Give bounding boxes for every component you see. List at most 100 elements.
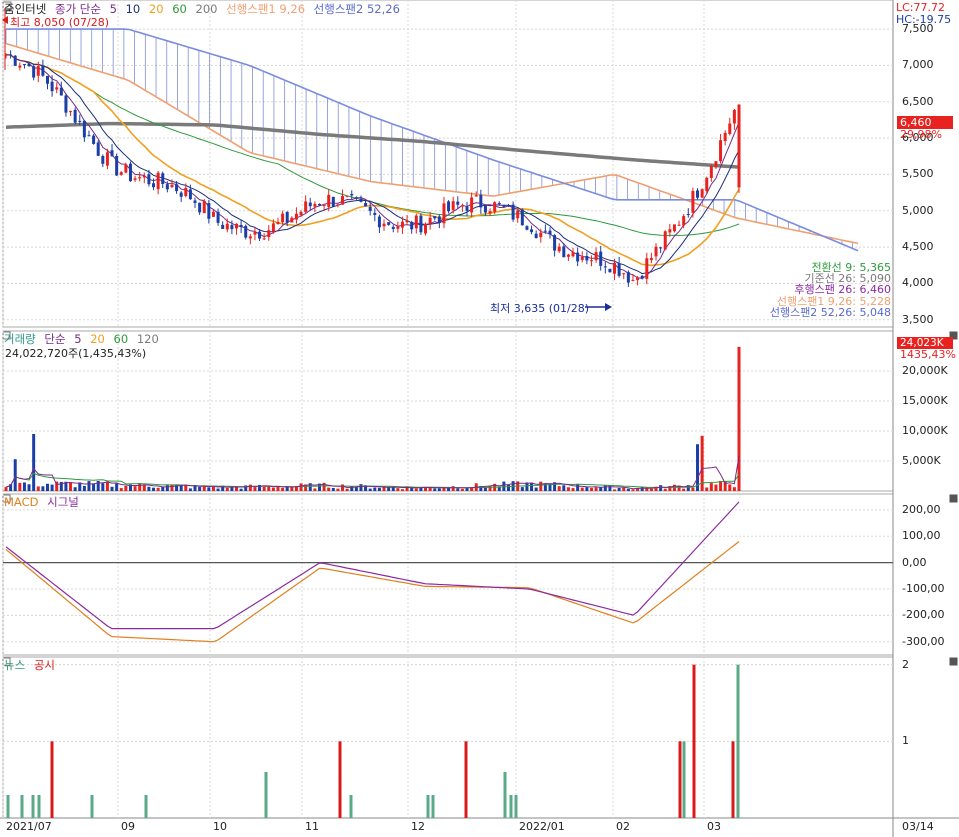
signal-title: 시그널 bbox=[47, 495, 79, 509]
volume-bar bbox=[530, 482, 534, 491]
candle-body bbox=[354, 197, 358, 199]
candle-body bbox=[82, 120, 86, 138]
candle-body bbox=[211, 211, 215, 217]
candle-body bbox=[368, 206, 372, 211]
candle-body bbox=[705, 177, 709, 192]
candle-body bbox=[603, 266, 607, 268]
news-panel-close-icon-right bbox=[949, 657, 958, 666]
volume-bar bbox=[105, 481, 109, 491]
volume-bar bbox=[705, 487, 709, 491]
volume-bar bbox=[110, 486, 114, 491]
candle-body bbox=[317, 203, 321, 206]
volume-bar bbox=[691, 487, 695, 491]
volume-bar bbox=[520, 487, 524, 491]
volume-bar bbox=[659, 485, 663, 491]
candle-body bbox=[359, 198, 363, 202]
volume-bar bbox=[253, 487, 257, 491]
volume-bar bbox=[354, 487, 358, 491]
candle-body bbox=[626, 272, 630, 283]
volume-bar bbox=[115, 482, 119, 491]
volume-bar bbox=[87, 481, 91, 491]
volume-bar bbox=[534, 487, 538, 491]
vol-ma5: 5 bbox=[74, 332, 82, 346]
low-marker-label: 최저 3,635 (01/28) bbox=[490, 302, 590, 315]
change-pct: 29,98% bbox=[900, 128, 942, 141]
candle-body bbox=[175, 184, 179, 192]
volume-bar bbox=[211, 486, 215, 491]
volume-bar bbox=[313, 488, 317, 491]
macd-tick-label: 200,00 bbox=[902, 502, 941, 516]
volume-bar bbox=[456, 488, 460, 491]
candle-body bbox=[691, 190, 695, 213]
candle-body bbox=[322, 204, 326, 207]
candle-body bbox=[576, 252, 580, 262]
candle-body bbox=[377, 216, 381, 228]
ma60-label: 60 bbox=[172, 2, 187, 16]
candle-body bbox=[709, 165, 713, 178]
candle-body bbox=[608, 268, 612, 273]
volume-bar bbox=[198, 486, 202, 491]
span2-label: 선행스팬2 52,26 bbox=[313, 2, 400, 16]
volume-bar bbox=[714, 484, 718, 491]
volume-bar bbox=[216, 488, 220, 491]
candle-body bbox=[732, 109, 736, 124]
volume-bar bbox=[728, 484, 732, 491]
notice-bar bbox=[338, 741, 342, 818]
candle-body bbox=[350, 193, 354, 196]
volume-bar bbox=[562, 485, 566, 491]
candle-body bbox=[276, 221, 280, 225]
candle-body bbox=[530, 229, 534, 233]
candle-body bbox=[548, 230, 552, 235]
volume-bar bbox=[165, 485, 169, 491]
candle-body bbox=[69, 111, 73, 113]
candle-body bbox=[55, 87, 59, 90]
volume-bar bbox=[368, 488, 372, 491]
news-bar bbox=[31, 795, 35, 818]
price-tick-label: 5,000 bbox=[902, 203, 934, 217]
candle-body bbox=[668, 229, 672, 233]
volume-title: 거래량 bbox=[4, 332, 36, 346]
candle-body bbox=[649, 258, 653, 261]
volume-bar bbox=[225, 487, 229, 491]
volume-bar bbox=[603, 485, 607, 491]
candle-body bbox=[696, 190, 700, 198]
candle-body bbox=[13, 55, 17, 66]
volume-bar bbox=[184, 485, 188, 491]
candle-body bbox=[400, 221, 404, 228]
volume-bar bbox=[45, 483, 49, 491]
volume-bar bbox=[585, 487, 589, 491]
candle-body bbox=[543, 230, 547, 232]
candle-body bbox=[124, 164, 128, 173]
volume-bar bbox=[391, 487, 395, 491]
price-tick-label: 5,500 bbox=[902, 167, 934, 181]
candle-body bbox=[585, 255, 589, 261]
candle-body bbox=[396, 226, 400, 229]
candle-body bbox=[105, 152, 109, 166]
candle-body bbox=[723, 132, 727, 142]
candle-body bbox=[677, 224, 681, 226]
volume-bar bbox=[566, 487, 570, 491]
candle-body bbox=[92, 135, 96, 144]
candle-body bbox=[589, 260, 593, 262]
volume-bar bbox=[341, 484, 345, 491]
candle-body bbox=[460, 205, 464, 207]
volume-bar bbox=[433, 488, 437, 491]
candle-body bbox=[520, 209, 524, 226]
news-bar bbox=[37, 795, 41, 818]
candle-body bbox=[267, 230, 271, 237]
volume-bar bbox=[571, 488, 575, 491]
last-volume-pct: 1435,43% bbox=[900, 348, 956, 361]
news-bar bbox=[6, 795, 10, 818]
volume-bar bbox=[460, 488, 464, 491]
candle-body bbox=[119, 172, 123, 175]
candle-body bbox=[128, 163, 132, 182]
candle-body bbox=[230, 225, 234, 230]
candle-body bbox=[451, 201, 455, 210]
notice-title: 공시 bbox=[33, 658, 55, 672]
candle-body bbox=[631, 279, 635, 281]
stock-chart-window: { "header": { "stock_name": "줌인터넷", "clo… bbox=[0, 0, 959, 837]
chart-canvas[interactable] bbox=[0, 0, 959, 837]
candle-body bbox=[562, 246, 566, 258]
candle-body bbox=[258, 231, 262, 239]
candle-body bbox=[27, 63, 31, 67]
